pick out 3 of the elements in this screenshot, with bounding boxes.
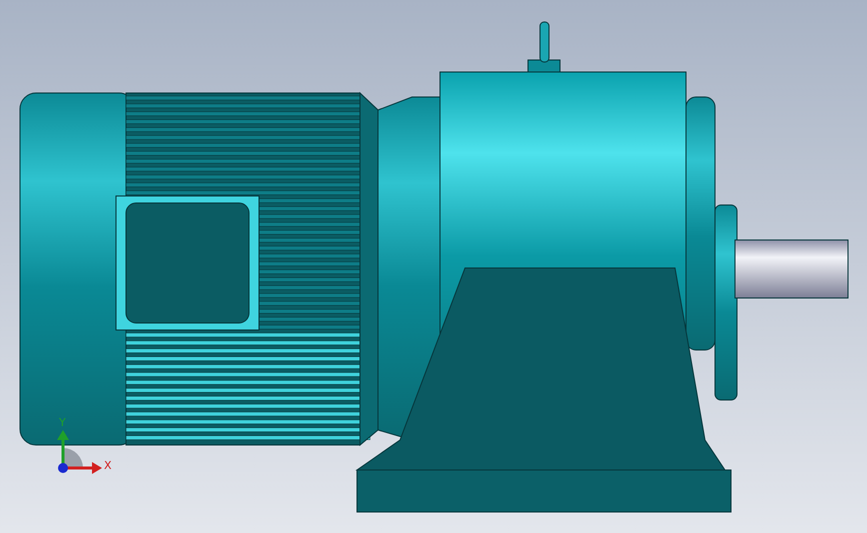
axis-triad-icon — [57, 430, 102, 474]
y-axis-label: Y — [59, 416, 66, 429]
x-axis-label: X — [104, 459, 112, 472]
